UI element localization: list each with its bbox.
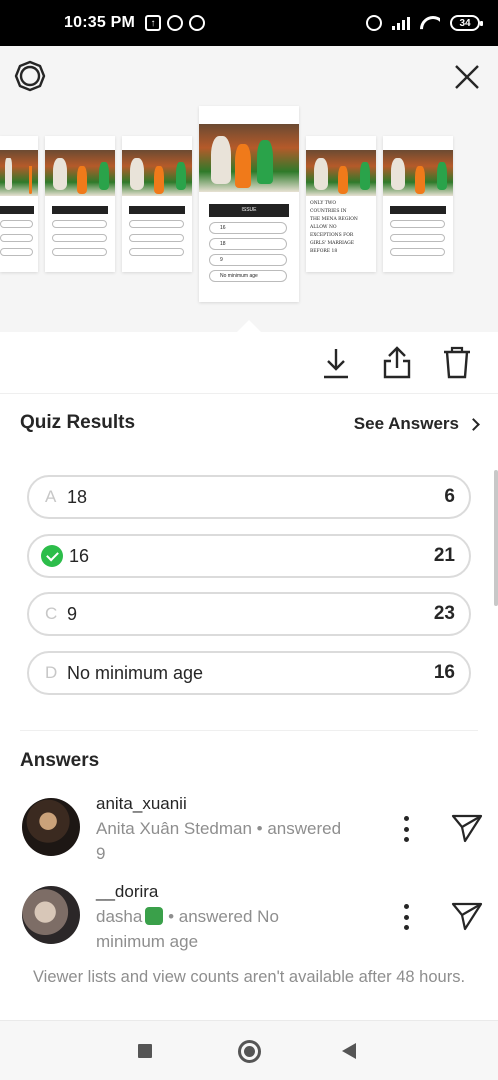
answer-meta-line: Anita Xuân Stedman • answered [96, 819, 342, 838]
wifi-icon [420, 16, 440, 30]
story-illustration [45, 150, 115, 196]
answer-meta-rest: • answered No [168, 907, 279, 926]
system-icons: 34 [366, 15, 483, 31]
story-preview-area: ISSUE 16 18 9 No minimum age ONLY TWO COU… [0, 46, 498, 332]
see-answers-label: See Answers [353, 414, 459, 433]
see-answers-link[interactable]: See Answers [353, 414, 480, 434]
battery-level: 34 [459, 17, 471, 29]
answer-value: minimum age [96, 932, 199, 951]
answer-meta-line: dasha • answered No [96, 904, 362, 929]
story-caption: ONLY TWO COUNTRIES IN THE MENA REGION ALLOW… [310, 201, 358, 254]
option-letter: D [45, 663, 58, 682]
answer-username[interactable]: anita_xuanii [96, 794, 187, 814]
viewer-list-footnote: Viewer lists and view counts aren't avai… [32, 968, 466, 986]
scrollbar[interactable] [494, 470, 498, 606]
story-thumbnail[interactable] [45, 136, 115, 272]
dragon-emoji-icon [145, 907, 164, 925]
gear-icon[interactable] [14, 60, 46, 92]
quiz-card-option: 18 [209, 238, 287, 250]
quiz-option-a: A 18 6 [27, 475, 471, 519]
share-icon[interactable] [381, 346, 413, 380]
story-illustration [306, 150, 376, 196]
quiz-option-c: C 9 23 [27, 592, 471, 636]
selected-story-thumbnail[interactable]: ISSUE 16 18 9 No minimum age [199, 106, 299, 302]
status-bar: 10:35 PM ↑ 34 [0, 0, 498, 46]
story-illustration [199, 124, 299, 192]
story-thumbnail[interactable]: ONLY TWO COUNTRIES IN THE MENA REGION ALLOW… [306, 136, 376, 272]
notification-icons: ↑ [144, 15, 205, 31]
quiz-option-b-correct: 16 21 [27, 534, 471, 578]
avatar[interactable] [22, 798, 80, 856]
more-options-icon[interactable] [400, 904, 412, 930]
option-count: 23 [433, 603, 455, 624]
story-actions [0, 332, 498, 394]
more-options-icon[interactable] [400, 816, 412, 842]
recents-button[interactable] [138, 1044, 152, 1058]
chevron-right-icon [467, 417, 480, 431]
option-count: 16 [433, 662, 455, 683]
option-count: 21 [433, 545, 455, 566]
quiz-card-title: ISSUE [209, 204, 289, 217]
section-divider [20, 730, 478, 731]
option-label: 18 [67, 486, 88, 507]
back-button[interactable] [342, 1043, 356, 1059]
quiz-card-option: 9 [209, 254, 287, 266]
selected-story-pointer [237, 320, 261, 332]
close-icon[interactable] [452, 62, 482, 92]
answer-display-name: dasha [96, 907, 143, 926]
quiz-option-d: D No minimum age 16 [27, 651, 471, 695]
story-illustration [0, 150, 38, 196]
send-message-icon[interactable] [450, 812, 484, 844]
quiz-card-option: 16 [209, 222, 287, 234]
answer-username[interactable]: __dorira [96, 882, 158, 902]
option-letter: C [45, 604, 58, 623]
download-icon[interactable] [320, 346, 352, 380]
battery-icon: 34 [450, 15, 483, 31]
status-time: 10:35 PM [64, 14, 135, 31]
alarm-icon [366, 15, 382, 31]
story-illustration [383, 150, 453, 196]
correct-check-icon [41, 545, 63, 567]
answer-row[interactable]: anita_xuanii Anita Xuân Stedman • answer… [0, 790, 498, 870]
story-thumbnail[interactable] [0, 136, 38, 272]
send-message-icon[interactable] [450, 900, 484, 932]
option-letter: A [45, 487, 57, 506]
upload-notification-icon: ↑ [144, 15, 161, 31]
option-label: No minimum age [67, 662, 204, 683]
option-count: 6 [444, 486, 455, 507]
signal-icon [392, 16, 410, 30]
avatar[interactable] [22, 886, 80, 944]
answer-meta: Anita Xuân Stedman • answered 9 [96, 816, 362, 866]
quiz-results-title: Quiz Results [20, 412, 136, 433]
answer-value: 9 [96, 844, 106, 863]
story-illustration [122, 150, 192, 196]
home-button[interactable] [238, 1040, 261, 1063]
quiz-card-option: No minimum age [209, 270, 287, 282]
option-label: 9 [67, 603, 78, 624]
messenger-icon [188, 15, 205, 31]
delete-icon[interactable] [441, 346, 473, 380]
option-label: 16 [69, 545, 90, 566]
navigation-bar [0, 1020, 498, 1080]
answers-title: Answers [20, 750, 100, 771]
story-thumbnail[interactable] [383, 136, 453, 272]
answer-row[interactable]: __dorira dasha • answered No minimum age [0, 878, 498, 958]
answer-meta: dasha • answered No minimum age [96, 904, 362, 954]
story-thumbnail[interactable] [122, 136, 192, 272]
whatsapp-icon [166, 15, 183, 31]
